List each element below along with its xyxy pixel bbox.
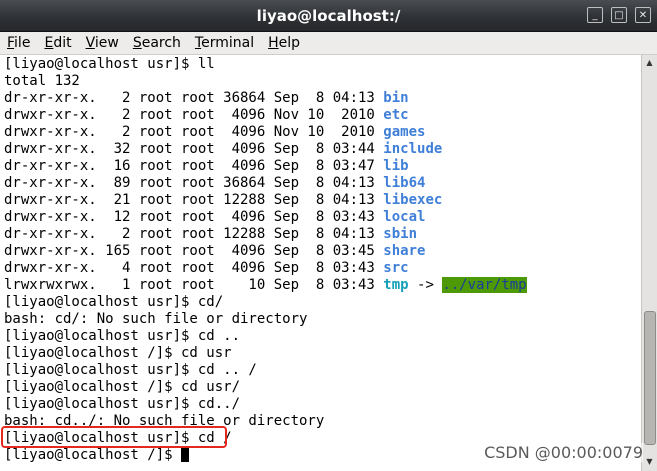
close-button[interactable]: ✕	[635, 7, 651, 23]
terminal-line: dr-xr-xr-x. 16 root root 4096 Sep 8 03:4…	[4, 158, 527, 175]
terminal-line: [liyao@localhost usr]$ ll	[4, 56, 527, 73]
terminal-text: drwxr-xr-x. 12 root root 4096 Sep 8 03:4…	[4, 209, 384, 225]
menu-search-mnemonic: S	[132, 35, 142, 51]
terminal-text: dr-xr-xr-x. 2 root root 36864 Sep 8 04:1…	[4, 90, 384, 106]
terminal-line: drwxr-xr-x. 21 root root 12288 Sep 8 04:…	[4, 192, 527, 209]
terminal-line: [liyao@localhost usr]$ cd/	[4, 294, 527, 311]
menu-edit-label: dit	[53, 35, 72, 51]
directory-name: local	[383, 209, 426, 225]
terminal-line: [liyao@localhost /]$ cd usr	[4, 345, 527, 362]
terminal-text: [liyao@localhost /]$	[4, 447, 182, 463]
terminal-text: drwxr-xr-x. 2 root root 4096 Nov 10 2010	[4, 107, 384, 123]
menu-edit[interactable]: Edit	[37, 32, 78, 54]
symlink-target: ../var/tmp	[442, 277, 527, 293]
directory-name: etc	[383, 107, 409, 123]
terminal-text: [liyao@localhost usr]$ cd../	[4, 396, 241, 412]
menu-help-label: elp	[278, 35, 301, 51]
terminal-line: dr-xr-xr-x. 89 root root 36864 Sep 8 04:…	[4, 175, 527, 192]
title-bar[interactable]: liyao@localhost:/ _ □ ✕	[0, 0, 657, 32]
terminal-text: [liyao@localhost usr]$ cd ..	[4, 328, 241, 344]
directory-name: libexec	[383, 192, 443, 208]
menu-terminal[interactable]: Terminal	[188, 32, 261, 54]
menu-search[interactable]: Search	[126, 32, 188, 54]
menu-edit-mnemonic: E	[44, 35, 54, 51]
maximize-button[interactable]: □	[611, 7, 627, 23]
directory-name: games	[383, 124, 426, 140]
terminal-line: [liyao@localhost usr]$ cd ..	[4, 328, 527, 345]
menu-search-label: earch	[141, 35, 181, 51]
terminal-text: dr-xr-xr-x. 16 root root 4096 Sep 8 03:4…	[4, 158, 384, 174]
terminal-lines: [liyao@localhost usr]$ ll total 132 dr-xr-…	[4, 56, 527, 464]
terminal-text: dr-xr-xr-x. 2 root root 12288 Sep 8 04:1…	[4, 226, 384, 242]
terminal-text: drwxr-xr-x. 165 root root 4096 Sep 8 03:…	[4, 243, 384, 259]
terminal-line: drwxr-xr-x. 165 root root 4096 Sep 8 03:…	[4, 243, 527, 260]
directory-name: src	[383, 260, 409, 276]
directory-name: bin	[383, 90, 409, 106]
text-cursor	[181, 447, 190, 462]
terminal-line: drwxr-xr-x. 32 root root 4096 Sep 8 03:4…	[4, 141, 527, 158]
terminal-line: [liyao@localhost /]$ cd usr/	[4, 379, 527, 396]
vertical-scrollbar[interactable]: ▲ ▼	[641, 55, 657, 471]
terminal-text: total 132	[4, 73, 80, 89]
menu-help[interactable]: Help	[261, 32, 307, 54]
menu-file-label: ile	[14, 35, 31, 51]
terminal-line: [liyao@localhost /]$	[4, 447, 527, 464]
terminal-text: drwxr-xr-x. 2 root root 4096 Nov 10 2010	[4, 124, 384, 140]
terminal-text: bash: cd/: No such file or directory	[4, 311, 308, 327]
terminal-text: drwxr-xr-x. 21 root root 12288 Sep 8 04:…	[4, 192, 384, 208]
terminal-line: total 132	[4, 73, 527, 90]
menu-view-mnemonic: V	[85, 35, 95, 51]
window-controls: _ □ ✕	[587, 7, 651, 23]
watermark: CSDN @00:00:0079	[484, 443, 643, 462]
terminal-line: [liyao@localhost usr]$ cd .. /	[4, 362, 527, 379]
terminal-line: drwxr-xr-x. 2 root root 4096 Nov 10 2010…	[4, 124, 527, 141]
terminal-text: [liyao@localhost usr]$ cd .. /	[4, 362, 257, 378]
menu-view[interactable]: View	[79, 32, 126, 54]
terminal-text: dr-xr-xr-x. 89 root root 36864 Sep 8 04:…	[4, 175, 384, 191]
minimize-button[interactable]: _	[587, 7, 603, 23]
annotation-highlight-box	[1, 426, 227, 448]
terminal-line: lrwxrwxrwx. 1 root root 10 Sep 8 03:43 t…	[4, 277, 527, 294]
terminal-line: dr-xr-xr-x. 2 root root 36864 Sep 8 04:1…	[4, 90, 527, 107]
directory-name: sbin	[383, 226, 418, 242]
menu-help-mnemonic: H	[268, 35, 279, 51]
terminal-text: lrwxrwxrwx. 1 root root 10 Sep 8 03:43	[4, 277, 384, 293]
terminal-text: ->	[408, 277, 443, 293]
menu-bar: File Edit View Search Terminal Help	[0, 32, 657, 55]
terminal-text: drwxr-xr-x. 32 root root 4096 Sep 8 03:4…	[4, 141, 384, 157]
terminal-text: [liyao@localhost /]$ cd usr/	[4, 379, 241, 395]
terminal-text: [liyao@localhost usr]$ cd/	[4, 294, 224, 310]
terminal-line: bash: cd/: No such file or directory	[4, 311, 527, 328]
terminal-text: drwxr-xr-x. 4 root root 4096 Sep 8 03:43	[4, 260, 384, 276]
terminal-line: dr-xr-xr-x. 2 root root 12288 Sep 8 04:1…	[4, 226, 527, 243]
scroll-down-arrow-icon[interactable]: ▼	[642, 455, 657, 469]
terminal-line: [liyao@localhost usr]$ cd../	[4, 396, 527, 413]
terminal-text: [liyao@localhost /]$ cd usr	[4, 345, 232, 361]
window-title: liyao@localhost:/	[256, 7, 401, 25]
terminal-line: drwxr-xr-x. 4 root root 4096 Sep 8 03:43…	[4, 260, 527, 277]
terminal-text: [liyao@localhost usr]$ ll	[4, 56, 215, 72]
directory-name: lib64	[383, 175, 426, 191]
directory-name: share	[383, 243, 426, 259]
directory-name: lib	[383, 158, 409, 174]
directory-name: tmp	[383, 277, 409, 293]
menu-view-label: iew	[94, 35, 119, 51]
terminal-line: drwxr-xr-x. 12 root root 4096 Sep 8 03:4…	[4, 209, 527, 226]
menu-file-mnemonic: F	[7, 35, 15, 51]
directory-name: include	[383, 141, 443, 157]
menu-file[interactable]: File	[0, 32, 37, 54]
terminal-output[interactable]: [liyao@localhost usr]$ ll total 132 dr-xr-…	[0, 55, 641, 471]
scroll-up-arrow-icon[interactable]: ▲	[642, 56, 657, 70]
scrollbar-thumb[interactable]	[644, 311, 656, 445]
menu-terminal-label: erminal	[201, 35, 255, 51]
terminal-line: drwxr-xr-x. 2 root root 4096 Nov 10 2010…	[4, 107, 527, 124]
